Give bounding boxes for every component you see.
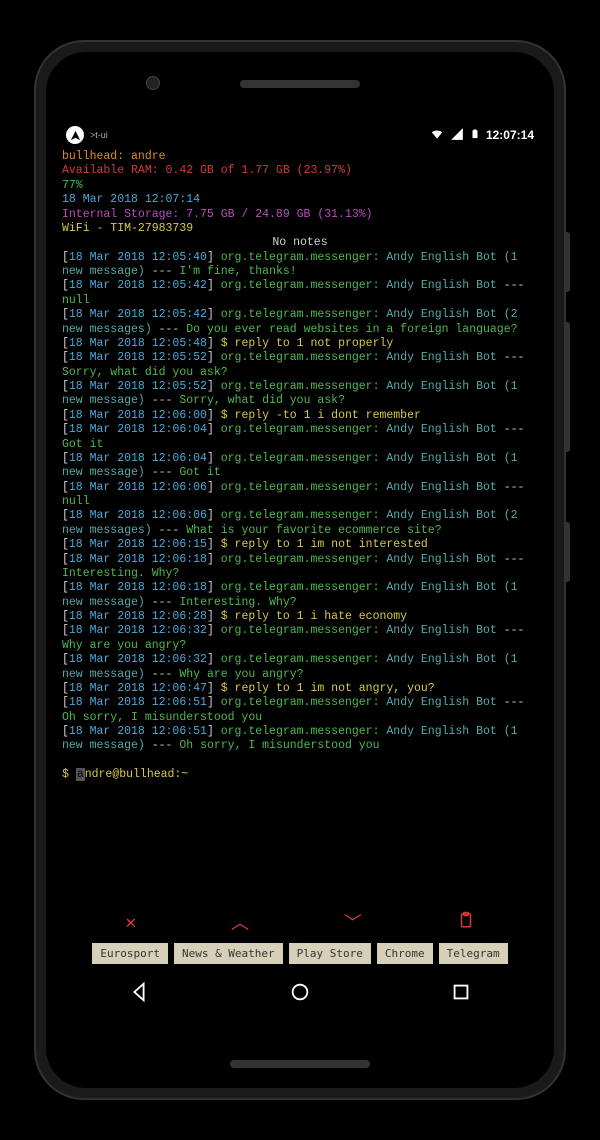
- prompt-text: ndre@bullhead:~: [85, 768, 189, 781]
- screen: >t-ui 12:07:14 bullhead: andre: [58, 122, 542, 1018]
- log-line: [18 Mar 2018 12:06:51] org.telegram.mess…: [62, 725, 538, 754]
- log-line: [18 Mar 2018 12:06:00] $ reply -to 1 i d…: [62, 409, 538, 423]
- home-button[interactable]: [289, 981, 311, 1007]
- app-news-weather[interactable]: News & Weather: [174, 943, 283, 964]
- log-line: [18 Mar 2018 12:06:04] org.telegram.mess…: [62, 423, 538, 452]
- battery-line: 77%: [62, 179, 538, 193]
- log-line: [18 Mar 2018 12:06:18] org.telegram.mess…: [62, 553, 538, 582]
- close-icon[interactable]: ✕: [125, 912, 136, 933]
- log-line: [18 Mar 2018 12:06:32] org.telegram.mess…: [62, 653, 538, 682]
- log-line: [18 Mar 2018 12:05:42] org.telegram.mess…: [62, 308, 538, 337]
- status-time: 12:07:14: [486, 128, 534, 142]
- log-line: [18 Mar 2018 12:05:48] $ reply to 1 not …: [62, 337, 538, 351]
- notes-line: No notes: [62, 236, 538, 250]
- clipboard-icon[interactable]: [457, 911, 475, 934]
- location-icon: [66, 126, 84, 144]
- side-button[interactable]: [564, 522, 570, 582]
- battery-icon: [470, 126, 480, 145]
- signal-icon: [450, 127, 464, 144]
- storage-line: Internal Storage: 7.75 GB / 24.89 GB (31…: [62, 208, 538, 222]
- log-line: [18 Mar 2018 12:06:18] org.telegram.mess…: [62, 581, 538, 610]
- app-telegram[interactable]: Telegram: [439, 943, 508, 964]
- phone-chin-bar: [230, 1060, 370, 1068]
- log-line: [18 Mar 2018 12:05:42] org.telegram.mess…: [62, 279, 538, 308]
- volume-button[interactable]: [564, 322, 570, 452]
- clock-line: 18 Mar 2018 12:07:14: [62, 193, 538, 207]
- chevron-up-icon[interactable]: ︿: [231, 909, 249, 935]
- app-shortcuts: Eurosport News & Weather Play Store Chro…: [58, 937, 542, 970]
- status-bar: >t-ui 12:07:14: [58, 122, 542, 148]
- recents-button[interactable]: [450, 981, 472, 1007]
- log-line: [18 Mar 2018 12:06:15] $ reply to 1 im n…: [62, 538, 538, 552]
- status-app-label: >t-ui: [90, 130, 108, 140]
- log-line: [18 Mar 2018 12:06:04] org.telegram.mess…: [62, 452, 538, 481]
- app-eurosport[interactable]: Eurosport: [92, 943, 168, 964]
- app-play-store[interactable]: Play Store: [289, 943, 371, 964]
- wifi-line: WiFi - TIM-27983739: [62, 222, 538, 236]
- ram-line: Available RAM: 0.42 GB of 1.77 GB (23.97…: [62, 164, 538, 178]
- phone-frame: >t-ui 12:07:14 bullhead: andre: [36, 42, 564, 1098]
- prompt-line[interactable]: $ andre@bullhead:~: [62, 768, 538, 782]
- log-line: [18 Mar 2018 12:06:51] org.telegram.mess…: [62, 696, 538, 725]
- log-line: [18 Mar 2018 12:05:52] org.telegram.mess…: [62, 351, 538, 380]
- log-line: [18 Mar 2018 12:05:40] org.telegram.mess…: [62, 251, 538, 280]
- log-container: [18 Mar 2018 12:05:40] org.telegram.mess…: [62, 251, 538, 754]
- android-nav-bar: [58, 970, 542, 1018]
- log-line: [18 Mar 2018 12:05:52] org.telegram.mess…: [62, 380, 538, 409]
- toolbar: ✕ ︿ ﹀: [58, 907, 542, 937]
- log-line: [18 Mar 2018 12:06:47] $ reply to 1 im n…: [62, 682, 538, 696]
- power-button[interactable]: [564, 232, 570, 292]
- log-line: [18 Mar 2018 12:06:28] $ reply to 1 i ha…: [62, 610, 538, 624]
- back-button[interactable]: [128, 981, 150, 1007]
- app-chrome[interactable]: Chrome: [377, 943, 433, 964]
- log-line: [18 Mar 2018 12:06:06] org.telegram.mess…: [62, 509, 538, 538]
- prompt-symbol: $: [62, 768, 69, 781]
- terminal-output[interactable]: bullhead: andre Available RAM: 0.42 GB o…: [58, 148, 542, 907]
- phone-camera: [146, 76, 160, 90]
- wifi-icon: [430, 127, 444, 144]
- host-line: bullhead: andre: [62, 150, 538, 164]
- log-line: [18 Mar 2018 12:06:06] org.telegram.mess…: [62, 481, 538, 510]
- phone-speaker: [240, 80, 360, 88]
- prompt-cursor: a: [76, 768, 85, 781]
- log-line: [18 Mar 2018 12:06:32] org.telegram.mess…: [62, 624, 538, 653]
- chevron-down-icon[interactable]: ﹀: [344, 909, 362, 935]
